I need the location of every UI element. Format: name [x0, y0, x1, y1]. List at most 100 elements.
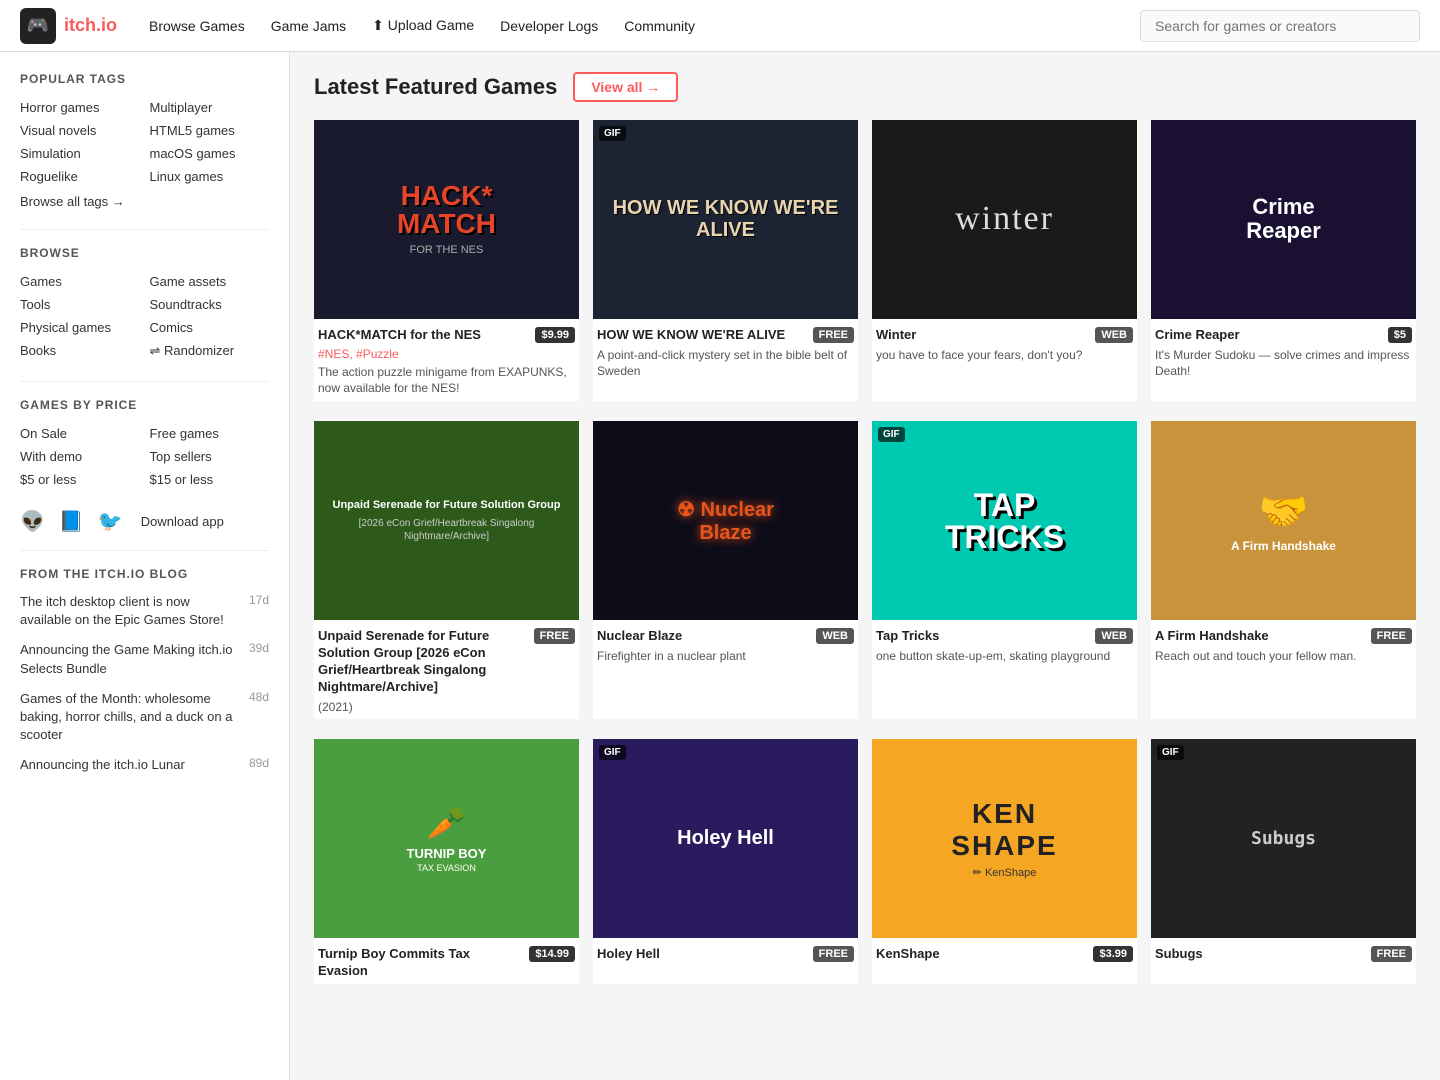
blog-section: FROM THE ITCH.IO BLOG The itch desktop c… [20, 567, 269, 775]
browse-books[interactable]: Books [20, 341, 140, 361]
main-content: Latest Featured Games View all → HACK*MA… [290, 52, 1440, 1080]
game-price-badge: FREE [813, 327, 854, 343]
popular-tags-section: POPULAR TAGS Horror games Multiplayer Vi… [20, 72, 269, 209]
tag-roguelike[interactable]: Roguelike [20, 167, 140, 186]
price-on-sale[interactable]: On Sale [20, 424, 140, 443]
game-title: HOW WE KNOW WE'RE ALIVE [597, 327, 807, 344]
game-price-badge: $14.99 [529, 946, 575, 962]
game-title: Turnip Boy Commits Tax Evasion [318, 946, 523, 980]
browse-game-assets[interactable]: Game assets [150, 272, 270, 291]
social-section: 👽 📘 🐦 Download app [20, 509, 269, 534]
game-desc: Firefighter in a nuclear plant [597, 648, 854, 665]
price-15-or-less[interactable]: $15 or less [150, 470, 270, 489]
download-app-link[interactable]: Download app [141, 514, 224, 529]
logo-text: itch.io [64, 15, 117, 36]
blog-item-link[interactable]: Announcing the Game Making itch.io Selec… [20, 641, 241, 677]
game-price-badge: WEB [1095, 628, 1133, 644]
search-input[interactable] [1140, 10, 1420, 42]
blog-item: Announcing the Game Making itch.io Selec… [20, 641, 269, 677]
game-price-badge: WEB [816, 628, 854, 644]
tag-html5-games[interactable]: HTML5 games [150, 121, 270, 140]
game-tags: #NES, #Puzzle [318, 347, 575, 361]
game-price-badge: FREE [1371, 946, 1412, 962]
twitter-icon[interactable]: 🐦 [98, 509, 123, 534]
tag-multiplayer[interactable]: Multiplayer [150, 98, 270, 117]
facebook-icon[interactable]: 📘 [59, 509, 84, 534]
game-title: Winter [876, 327, 1089, 344]
game-card[interactable]: Unpaid Serenade for Future Solution Grou… [314, 421, 579, 719]
blog-item-age: 89d [249, 756, 269, 770]
game-card[interactable]: GIF Subugs Subugs FREE [1151, 739, 1416, 984]
game-price-badge: FREE [534, 628, 575, 644]
browse-tools[interactable]: Tools [20, 295, 140, 314]
game-card[interactable]: HACK*MATCH FOR THE NES HACK*MATCH for th… [314, 120, 579, 401]
game-price-badge: $5 [1388, 327, 1412, 343]
game-desc: A point-and-click mystery set in the bib… [597, 347, 854, 381]
logo-icon: 🎮 [20, 8, 56, 44]
browse-title: BROWSE [20, 246, 269, 260]
blog-item: The itch desktop client is now available… [20, 593, 269, 629]
browse-randomizer[interactable]: ⇌ Randomizer [150, 341, 270, 361]
game-desc: The action puzzle minigame from EXAPUNKS… [318, 364, 575, 398]
games-grid: HACK*MATCH FOR THE NES HACK*MATCH for th… [314, 120, 1416, 984]
game-title: Unpaid Serenade for Future Solution Grou… [318, 628, 528, 696]
blog-item-link[interactable]: The itch desktop client is now available… [20, 593, 241, 629]
game-desc: (2021) [318, 699, 575, 716]
game-title: Subugs [1155, 946, 1365, 963]
game-card[interactable]: 🥕 TURNIP BOY TAX EVASION Turnip Boy Comm… [314, 739, 579, 984]
blog-item: Games of the Month: wholesome baking, ho… [20, 690, 269, 745]
game-card[interactable]: GIF TAPTRICKS Tap Tricks WEB one button … [872, 421, 1137, 719]
blog-item-age: 39d [249, 641, 269, 655]
reddit-icon[interactable]: 👽 [20, 509, 45, 534]
browse-soundtracks[interactable]: Soundtracks [150, 295, 270, 314]
blog-item-age: 17d [249, 593, 269, 607]
game-card[interactable]: winter Winter WEB you have to face your … [872, 120, 1137, 401]
price-5-or-less[interactable]: $5 or less [20, 470, 140, 489]
game-title: Crime Reaper [1155, 327, 1382, 344]
game-jams-link[interactable]: Game Jams [259, 12, 358, 40]
tag-simulation[interactable]: Simulation [20, 144, 140, 163]
blog-item-age: 48d [249, 690, 269, 704]
game-price-badge: $3.99 [1093, 946, 1133, 962]
game-card[interactable]: GIF Holey Hell Holey Hell FREE [593, 739, 858, 984]
price-free-games[interactable]: Free games [150, 424, 270, 443]
logo[interactable]: 🎮 itch.io [20, 8, 117, 44]
developer-logs-link[interactable]: Developer Logs [488, 12, 610, 40]
game-card[interactable]: CrimeReaper Crime Reaper $5 It's Murder … [1151, 120, 1416, 401]
navbar: 🎮 itch.io Browse Games Game Jams ⬆ Uploa… [0, 0, 1440, 52]
browse-comics[interactable]: Comics [150, 318, 270, 337]
game-price-badge: $9.99 [535, 327, 575, 343]
game-card[interactable]: KENSHAPE ✏ KenShape KenShape $3.99 [872, 739, 1137, 984]
price-section: GAMES BY PRICE On Sale Free games With d… [20, 398, 269, 489]
game-desc: It's Murder Sudoku — solve crimes and im… [1155, 347, 1412, 381]
game-desc: one button skate-up-em, skating playgrou… [876, 648, 1133, 665]
browse-games-link[interactable]: Browse Games [137, 12, 257, 40]
blog-item: Announcing the itch.io Lunar 89d [20, 756, 269, 774]
game-card[interactable]: ☢ NuclearBlaze Nuclear Blaze WEB Firefig… [593, 421, 858, 719]
blog-title: FROM THE ITCH.IO BLOG [20, 567, 269, 581]
tag-horror-games[interactable]: Horror games [20, 98, 140, 117]
game-title: Tap Tricks [876, 628, 1089, 645]
community-link[interactable]: Community [612, 12, 707, 40]
browse-games[interactable]: Games [20, 272, 140, 291]
tag-macos-games[interactable]: macOS games [150, 144, 270, 163]
game-desc: Reach out and touch your fellow man. [1155, 648, 1412, 665]
upload-game-link[interactable]: ⬆ Upload Game [360, 11, 486, 40]
view-all-button[interactable]: View all → [573, 72, 678, 102]
game-title: HACK*MATCH for the NES [318, 327, 529, 344]
tag-visual-novels[interactable]: Visual novels [20, 121, 140, 140]
nav-links: Browse Games Game Jams ⬆ Upload Game Dev… [137, 11, 1140, 40]
popular-tags-title: POPULAR TAGS [20, 72, 269, 86]
game-title: KenShape [876, 946, 1087, 963]
game-card[interactable]: GIF HOW WE KNOW WE'RE ALIVE HOW WE KNOW … [593, 120, 858, 401]
game-desc: you have to face your fears, don't you? [876, 347, 1133, 364]
tag-linux-games[interactable]: Linux games [150, 167, 270, 186]
browse-all-tags[interactable]: Browse all tags → [20, 194, 269, 209]
browse-physical-games[interactable]: Physical games [20, 318, 140, 337]
price-with-demo[interactable]: With demo [20, 447, 140, 466]
game-card[interactable]: 🤝 A Firm Handshake A Firm Handshake FREE… [1151, 421, 1416, 719]
price-top-sellers[interactable]: Top sellers [150, 447, 270, 466]
blog-item-link[interactable]: Games of the Month: wholesome baking, ho… [20, 690, 241, 745]
section-header: Latest Featured Games View all → [314, 72, 1416, 102]
blog-item-link[interactable]: Announcing the itch.io Lunar [20, 756, 241, 774]
